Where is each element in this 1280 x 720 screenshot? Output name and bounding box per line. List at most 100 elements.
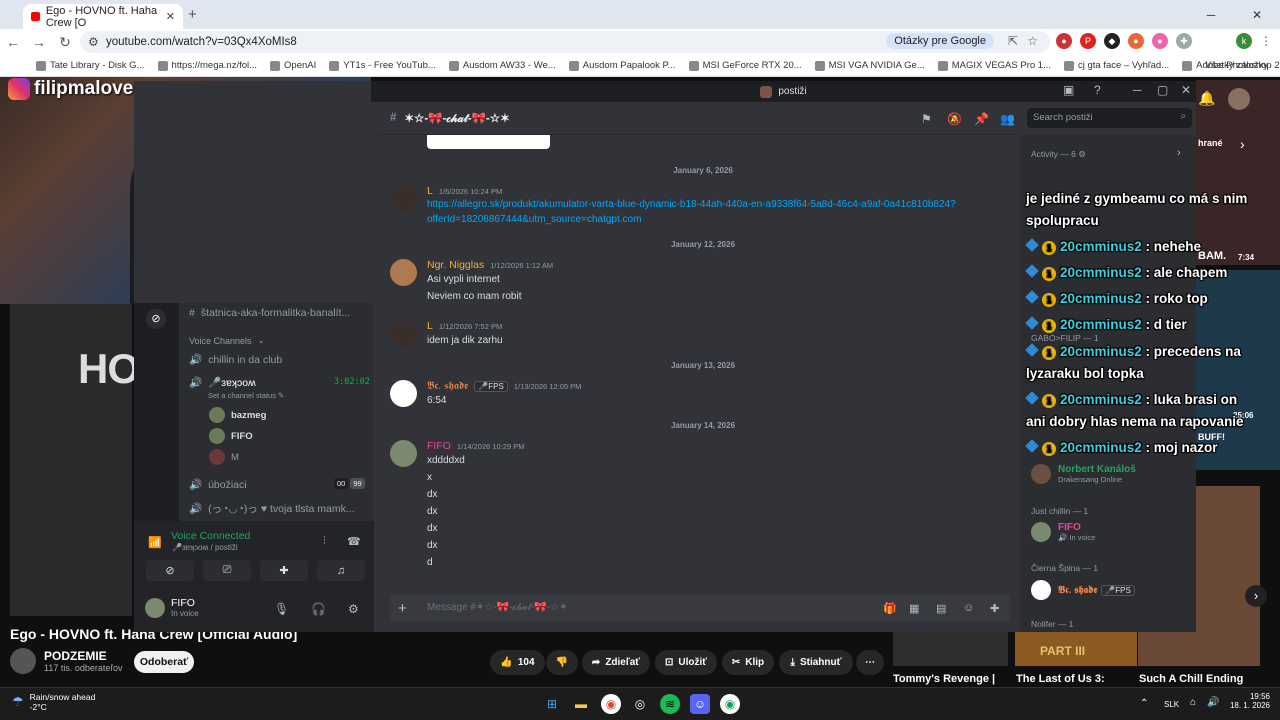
network-icon[interactable]: ⌂ [1190, 697, 1196, 708]
voice-channel[interactable]: 🔊 (っ◔◡◔)っ ♥ tvoja tlsta mamk... [189, 501, 355, 516]
noise-icon[interactable]: ⫶ [323, 535, 326, 548]
activities-button[interactable]: ✚ [260, 560, 308, 581]
apps-icon[interactable]: ✚ [990, 602, 999, 615]
author-name[interactable]: Ngr. Nigglas [427, 259, 484, 271]
mute-icon[interactable]: 🔕 [947, 112, 962, 126]
bookmark-item[interactable]: Ausdom AW33 - We... [448, 60, 556, 71]
search-input[interactable]: Search postiži ⌕ [1027, 108, 1192, 128]
discovery-icon[interactable]: ⊘ [146, 309, 166, 329]
tab-youtube[interactable]: Ego - HOVNO ft. Haha Crew [O ✕ [23, 4, 183, 29]
like-button[interactable]: 👍 104 [490, 650, 545, 675]
language-indicator[interactable]: SLK [1164, 700, 1179, 709]
extension-icon[interactable]: P [1080, 33, 1096, 49]
sticker-icon[interactable]: ▤ [936, 602, 946, 615]
screenshare-button[interactable]: ⎚ [203, 560, 251, 581]
member-list-icon[interactable]: 👥 [1000, 112, 1015, 126]
clock[interactable]: 19:56 18. 1. 2026 [1228, 692, 1270, 710]
minimize-button[interactable]: ─ [1188, 0, 1234, 29]
file-explorer-icon[interactable]: ▬ [571, 694, 591, 714]
omnibox[interactable]: ⚙ youtube.com/watch?v=03Qx4XoMIs8 Otázky… [80, 31, 1050, 53]
maximize-icon[interactable]: ▢ [1157, 83, 1168, 97]
avatar[interactable] [390, 440, 417, 467]
member-item[interactable]: FIFO 🔊 In voice [1031, 522, 1095, 542]
puzzle-icon[interactable]: ✚ [1176, 33, 1192, 49]
side-video-title[interactable]: Such A Chill Ending [1139, 673, 1243, 685]
spotify-icon[interactable]: ≋ [660, 694, 680, 714]
side-video-title[interactable]: The Last of Us 3: [1016, 673, 1105, 685]
bookmark-star-icon[interactable]: ☆ [1027, 34, 1038, 48]
extension-icon[interactable]: ◆ [1104, 33, 1120, 49]
disconnect-icon[interactable]: ☎ [347, 535, 361, 548]
pin-icon[interactable]: 📌 [974, 112, 989, 126]
channel-status[interactable]: Set a channel status ✎ [208, 391, 284, 400]
author-name[interactable]: FIFO [427, 440, 451, 452]
channel-avatar[interactable] [10, 648, 36, 674]
bookmark-item[interactable]: Ausdom Papalook P... [568, 60, 676, 71]
inbox-icon[interactable]: ▣ [1063, 83, 1074, 97]
obs-icon[interactable]: ◎ [630, 694, 650, 714]
extension-icon[interactable]: ● [1152, 33, 1168, 49]
carousel-next-button[interactable]: › [1245, 585, 1267, 607]
avatar[interactable] [390, 320, 417, 347]
reload-button[interactable]: ↻ [52, 34, 78, 51]
message-link[interactable]: offerId=18208867444&utm_source=chatgpt.c… [427, 214, 641, 225]
member-item[interactable]: 𝕭𝖈. 𝖘𝖍𝖆𝖉𝖊 🎤FPS [1031, 580, 1135, 600]
avatar[interactable] [390, 380, 417, 407]
settings-icon[interactable]: ⚙ [348, 602, 359, 616]
author-name[interactable]: L [427, 320, 433, 332]
channel-info[interactable]: PODZEMIE 117 tis. odberateľov [10, 648, 123, 674]
author-name[interactable]: L [427, 185, 433, 197]
gift-icon[interactable]: 🎁 [883, 602, 897, 615]
menu-icon[interactable]: ⋮ [1258, 33, 1274, 49]
install-icon[interactable]: ⇱ [1008, 34, 1018, 48]
minimize-icon[interactable]: ─ [1133, 83, 1142, 97]
bookmark-item[interactable]: YT1s - Free YouTub... [329, 60, 436, 71]
subscribe-button[interactable]: Odoberať [134, 651, 194, 673]
download-button[interactable]: ⤓ Stiahnuť [779, 650, 853, 675]
start-icon[interactable]: ⊞ [542, 694, 562, 714]
mic-icon[interactable]: 🎙 [274, 602, 289, 616]
close-icon[interactable]: ✕ [1181, 83, 1191, 97]
chrome-icon[interactable]: ◉ [720, 694, 740, 714]
voice-user[interactable]: FIFO [209, 428, 253, 444]
more-actions-button[interactable]: ⋯ [856, 650, 884, 675]
account-avatar[interactable] [1228, 88, 1250, 110]
side-video-title[interactable]: Tommy's Revenge | [893, 673, 995, 685]
all-bookmarks[interactable]: Všetky záložky [1205, 60, 1268, 71]
volume-icon[interactable]: 🔊 [1207, 697, 1219, 708]
close-window-button[interactable]: ✕ [1234, 0, 1280, 29]
voice-channel[interactable]: 🔊 úbožiaci [189, 478, 247, 492]
user-panel[interactable]: FIFO In voice [145, 597, 199, 618]
back-button[interactable]: ← [0, 34, 26, 50]
avatar[interactable] [390, 185, 417, 212]
voice-user[interactable]: M [209, 449, 239, 465]
headphones-icon[interactable]: 🎧 [311, 602, 326, 616]
google-questions-button[interactable]: Otázky pre Google [886, 33, 994, 49]
profile-avatar[interactable]: k [1236, 33, 1252, 49]
dislike-button[interactable]: 👎 [546, 650, 578, 675]
attach-plus-icon[interactable]: + [398, 600, 407, 617]
bookmark-item[interactable]: MSI GeForce RTX 20... [688, 60, 802, 71]
emoji-icon[interactable]: ☺ [963, 602, 974, 614]
site-info-icon[interactable]: ⚙ [88, 35, 99, 49]
threads-icon[interactable]: ⚑ [921, 112, 932, 126]
extension-icon[interactable]: ● [1128, 33, 1144, 49]
voice-category[interactable]: Voice Channels ⌄ [189, 335, 265, 346]
voice-user[interactable]: bazmeg [209, 407, 266, 423]
help-icon[interactable]: ? [1094, 83, 1101, 97]
camera-button[interactable]: ⊘ [146, 560, 194, 581]
next-arrow-icon[interactable]: › [1240, 136, 1245, 152]
voice-connected[interactable]: Voice Connected [171, 530, 250, 542]
channel-top[interactable]: # štatnica-aka-formalitka-banalít... [189, 307, 350, 319]
member-item[interactable]: Norbert Kanáloš Drakensang Online [1031, 464, 1136, 484]
clip-button[interactable]: ✂ Klip [722, 650, 774, 675]
author-name[interactable]: 𝕭𝖈. 𝖘𝖍𝖆𝖉𝖊 [427, 380, 468, 393]
close-tab-icon[interactable]: ✕ [166, 10, 175, 23]
side-thumbnail[interactable] [893, 632, 1008, 666]
forward-button[interactable]: → [26, 34, 52, 50]
discord-icon[interactable]: ☺ [690, 694, 710, 714]
voice-channel-active[interactable]: 🔊 🎤ɜɐʞɔoʍ [189, 376, 256, 389]
avatar[interactable] [390, 259, 417, 286]
new-tab-button[interactable]: + [188, 6, 197, 23]
bookmark-item[interactable]: MAGIX VEGAS Pro 1... [937, 60, 1051, 71]
